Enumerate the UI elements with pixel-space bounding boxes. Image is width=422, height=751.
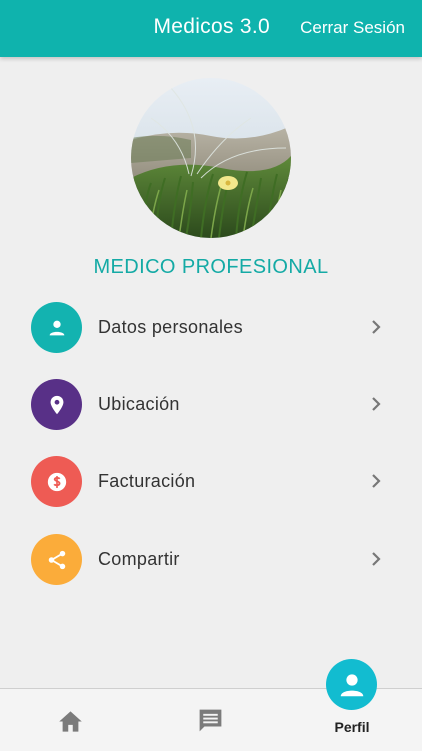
chevron-right-icon — [372, 320, 381, 334]
facturacion-badge — [31, 456, 82, 507]
chevron-right-icon — [372, 552, 381, 566]
menu-item-label: Facturación — [98, 471, 196, 491]
home-icon — [59, 711, 82, 732]
tab-messages[interactable] — [140, 689, 280, 751]
chevron-right-icon — [372, 474, 381, 488]
menu-item-label: Compartir — [98, 549, 180, 569]
menu-item-compartir[interactable]: Compartir — [0, 526, 422, 592]
dollar-icon — [47, 472, 66, 491]
logout-button[interactable]: Cerrar Sesión — [300, 18, 405, 38]
compartir-badge — [31, 534, 82, 585]
chevron-right-icon — [372, 397, 381, 411]
tab-home[interactable] — [0, 689, 140, 751]
profile-name: MEDICO PROFESIONAL — [93, 256, 329, 278]
profile-photo-image — [131, 78, 291, 238]
tab-perfil[interactable] — [326, 659, 377, 710]
person-icon — [340, 673, 363, 696]
profile-photo[interactable] — [131, 78, 291, 238]
menu-item-facturacion[interactable]: Facturación — [0, 448, 422, 514]
menu-item-label: Ubicación — [98, 394, 180, 414]
menu-item-ubicacion[interactable]: Ubicación — [0, 371, 422, 437]
app-title: Medicos 3.0 — [153, 15, 270, 38]
location-pin-icon — [50, 395, 63, 414]
share-icon — [48, 550, 65, 569]
chat-icon — [199, 709, 222, 732]
ubicacion-badge — [31, 379, 82, 430]
tab-perfil-label[interactable]: Perfil — [322, 719, 382, 735]
app-header: Medicos 3.0 Cerrar Sesión — [0, 0, 422, 57]
menu-item-label: Datos personales — [98, 317, 243, 337]
datos-personales-badge — [31, 302, 82, 353]
person-icon — [49, 320, 64, 335]
menu-item-datos-personales[interactable]: Datos personales — [0, 294, 422, 360]
